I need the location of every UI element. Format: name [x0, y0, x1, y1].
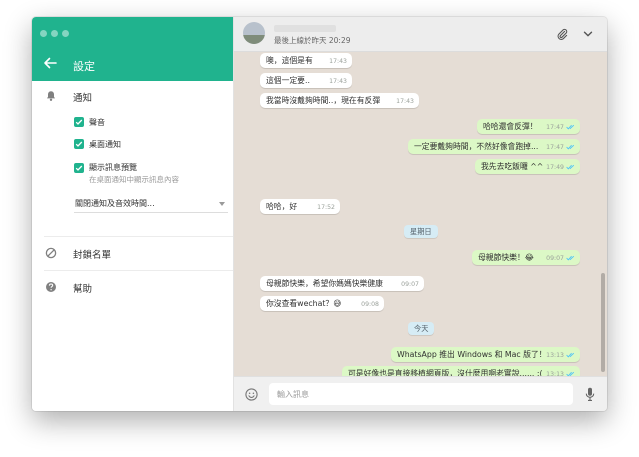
- contact-avatar[interactable]: [243, 22, 265, 44]
- window-zoom-button[interactable]: [62, 30, 69, 37]
- section-divider: [44, 236, 233, 237]
- message-bubble-incoming[interactable]: 哈哈，好 17:52: [260, 199, 340, 214]
- window-close-button[interactable]: [40, 30, 47, 37]
- message-bubble-outgoing[interactable]: 哈哈還會反彈！ 17:47: [477, 119, 580, 134]
- microphone-icon[interactable]: [585, 387, 595, 402]
- arrow-left-icon[interactable]: [43, 57, 57, 69]
- section-divider: [44, 270, 233, 271]
- date-divider: 星期日: [404, 225, 438, 238]
- contact-name-redacted: [274, 25, 336, 32]
- message-bubble-incoming[interactable]: 我當時沒戴夠時間..，現在有反彈 17:43: [260, 93, 419, 108]
- app-window: 設定 通知 聲音 桌面通知 顯示訊息預覽 在桌面通知中顯示訊息內容 關閉通知及音…: [32, 17, 607, 411]
- caret-down-icon: [219, 202, 225, 206]
- message-bubble-outgoing[interactable]: 母親節快樂！😂 09:07: [472, 250, 580, 265]
- message-bubble-incoming[interactable]: 這個一定要.. 17:43: [260, 73, 352, 88]
- date-divider: 今天: [408, 322, 435, 335]
- double-check-icon: [566, 255, 575, 261]
- paperclip-icon[interactable]: [556, 28, 568, 40]
- message-preview-checkbox[interactable]: [74, 163, 84, 173]
- message-bubble-outgoing[interactable]: WhatsApp 推出 Windows 和 Mac 版了！ 13:13: [391, 347, 580, 362]
- last-seen-status: 最後上線於昨天 20:29: [274, 36, 351, 45]
- message-bubble-incoming[interactable]: 噢，這個是有 17:43: [260, 53, 352, 68]
- mute-duration-value: 關閉通知及音效時間...: [75, 199, 155, 208]
- message-bubble-incoming[interactable]: 你沒查看wechat？😅 09:08: [260, 296, 384, 311]
- message-preview-label: 顯示訊息預覽: [89, 163, 137, 172]
- block-icon: [45, 247, 57, 259]
- settings-header: 設定: [32, 17, 233, 81]
- blocked-list-item[interactable]: 封鎖名單: [73, 247, 111, 261]
- sound-label: 聲音: [89, 118, 105, 127]
- bell-icon: [47, 91, 55, 101]
- help-icon: [46, 282, 56, 292]
- message-bubble-outgoing[interactable]: 我先去吃飯囉 ^^ 17:49: [475, 159, 580, 174]
- desktop-notification-checkbox[interactable]: [74, 139, 84, 149]
- window-minimize-button[interactable]: [51, 30, 58, 37]
- mute-duration-select[interactable]: 關閉通知及音效時間...: [74, 196, 228, 213]
- message-bubble-outgoing[interactable]: 一定要戴夠時間，不然好像會跑掉... 17:47: [408, 139, 580, 154]
- double-check-icon: [566, 144, 575, 150]
- message-input[interactable]: [269, 383, 573, 405]
- double-check-icon: [566, 124, 575, 130]
- chat-header: 最後上線於昨天 20:29: [234, 17, 607, 52]
- compose-bar: [234, 376, 607, 411]
- double-check-icon: [566, 164, 575, 170]
- settings-title: 設定: [73, 60, 95, 73]
- desktop-notification-label: 桌面通知: [89, 140, 121, 149]
- message-list: 噢，這個是有 17:43 這個一定要.. 17:43 我當時沒戴夠時間..，現在…: [234, 52, 607, 381]
- double-check-icon: [566, 352, 575, 358]
- chat-pane: 最後上線於昨天 20:29 噢，這個是有 17:43 這個一定要.. 17:43…: [234, 17, 607, 411]
- chevron-down-icon[interactable]: [583, 30, 593, 38]
- settings-pane: 設定 通知 聲音 桌面通知 顯示訊息預覽 在桌面通知中顯示訊息內容 關閉通知及音…: [32, 17, 234, 411]
- chat-scrollbar[interactable]: [601, 273, 605, 372]
- help-item[interactable]: 幫助: [73, 281, 92, 295]
- message-preview-description: 在桌面通知中顯示訊息內容: [89, 175, 179, 184]
- sound-checkbox[interactable]: [74, 117, 84, 127]
- smiley-icon[interactable]: [245, 388, 258, 401]
- notifications-section-title: 通知: [73, 93, 93, 104]
- message-bubble-incoming[interactable]: 母親節快樂，希望你媽媽快樂健康 09:07: [260, 276, 424, 291]
